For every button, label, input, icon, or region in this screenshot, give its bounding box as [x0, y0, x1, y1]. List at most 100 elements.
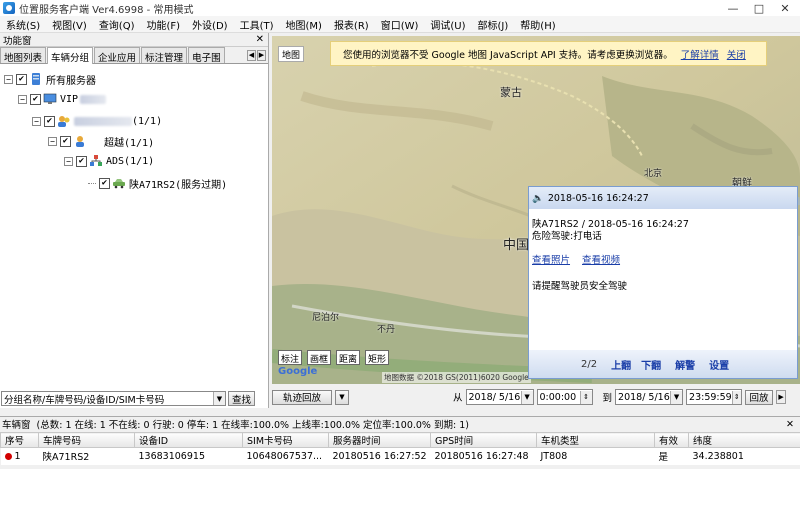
cell-gps-time: 20180516 16:27:48	[430, 447, 537, 465]
tree-node-all-servers[interactable]: − ✔ 所有服务器	[4, 71, 96, 87]
cell-index: 1	[0, 447, 39, 465]
spin-icon[interactable]: ⇕	[579, 390, 592, 404]
tab-scroll-left-icon[interactable]: ◀	[247, 49, 256, 61]
prev-page-button[interactable]: 上翻	[611, 357, 631, 372]
collapse-icon[interactable]: −	[4, 74, 13, 84]
collapse-icon[interactable]: −	[32, 116, 41, 126]
col-header-plate[interactable]: 车牌号码	[38, 432, 135, 448]
tab-scroll-right-icon[interactable]: ▶	[257, 49, 266, 61]
col-header-terminal-type[interactable]: 车机类型	[536, 432, 655, 448]
tree-label: (1/1)	[132, 115, 163, 127]
vehicle-search-bar: 分组名称/车牌号码/设备ID/SIM卡号码 ▼ 查找	[0, 390, 270, 407]
panel-title: 功能窗	[3, 35, 32, 47]
tree-node-company[interactable]: − ✔ (1/1)	[32, 113, 162, 129]
from-time-input[interactable]: 0:00:00 ⇕	[536, 389, 593, 405]
grid-close-icon[interactable]: ✕	[786, 419, 800, 430]
speaker-icon: 🔈	[532, 192, 544, 204]
maximize-icon[interactable]: □	[746, 0, 772, 16]
dismiss-link[interactable]: 关闭	[727, 47, 746, 61]
tab-enterprise[interactable]: 企业应用	[94, 47, 141, 64]
settings-button[interactable]: 设置	[709, 357, 729, 372]
map-tool-mark[interactable]: 标注	[278, 350, 303, 365]
col-header-sim[interactable]: SIM卡号码	[242, 432, 329, 448]
panel-header: 功能窗 ✕	[0, 33, 268, 47]
menu-standard[interactable]: 部标(J)	[472, 17, 515, 32]
chevron-down-icon[interactable]: ▼	[213, 392, 225, 405]
col-header-latitude[interactable]: 纬度	[688, 432, 800, 448]
col-header-device-id[interactable]: 设备ID	[134, 432, 243, 448]
tab-markers[interactable]: 标注管理	[141, 47, 188, 64]
status-dot-icon	[4, 452, 12, 460]
search-placeholder: 分组名称/车牌号码/设备ID/SIM卡号码	[4, 394, 165, 406]
col-header-gps-time[interactable]: GPS时间	[430, 432, 537, 448]
scroll-right-icon[interactable]: ▶	[776, 390, 787, 404]
checkbox-icon[interactable]: ✔	[60, 135, 71, 147]
tree-node-server[interactable]: − ✔ VIP	[18, 91, 107, 107]
menu-system[interactable]: 系统(S)	[0, 17, 46, 32]
checkbox-icon[interactable]: ✔	[44, 115, 55, 127]
clear-alarm-button[interactable]: 解警	[675, 357, 695, 372]
from-date-input[interactable]: 2018/ 5/16 ▼	[465, 389, 534, 405]
close-icon[interactable]: ✕	[772, 0, 798, 16]
tree-node-vehicle[interactable]: ✔ 陕A71RS2(服务过期)	[88, 175, 227, 191]
panel-close-icon[interactable]: ✕	[256, 34, 268, 45]
menu-map[interactable]: 地图(M)	[280, 17, 328, 32]
collapse-icon[interactable]: −	[18, 94, 27, 104]
window-title: 位置服务客户端 Ver4.6998 - 常用模式	[19, 4, 194, 16]
map-tool-box[interactable]: 画框	[307, 350, 332, 365]
tab-geofence[interactable]: 电子围	[188, 47, 225, 64]
tab-map-list[interactable]: 地图列表	[0, 47, 47, 64]
person-icon	[76, 136, 84, 147]
warning-text: 您使用的浏览器不受 Google 地图 JavaScript API 支持。请考…	[343, 49, 673, 61]
cell-server-time: 20180516 16:27:52	[328, 447, 431, 465]
col-header-valid[interactable]: 有效	[654, 432, 689, 448]
from-time-value: 0:00:00	[539, 391, 577, 403]
menu-device[interactable]: 外设(D)	[186, 17, 234, 32]
checkbox-icon[interactable]: ✔	[99, 177, 110, 189]
search-button[interactable]: 查找	[228, 391, 256, 406]
search-input[interactable]: 分组名称/车牌号码/设备ID/SIM卡号码 ▼	[1, 391, 226, 406]
learn-more-link[interactable]: 了解详情	[681, 47, 719, 61]
checkbox-icon[interactable]: ✔	[30, 93, 41, 105]
menu-function[interactable]: 功能(F)	[141, 17, 187, 32]
collapse-icon[interactable]: −	[48, 136, 57, 146]
map-tool-rectangle[interactable]: 矩形	[365, 350, 390, 365]
from-date-value: 2018/ 5/16	[468, 391, 521, 403]
to-label: 到	[602, 393, 613, 404]
spin-icon[interactable]: ⇕	[731, 390, 742, 404]
menu-window[interactable]: 窗口(W)	[375, 17, 425, 32]
menu-help[interactable]: 帮助(H)	[514, 17, 561, 32]
alarm-popup: 🔈 2018-05-16 16:24:27 陕A71RS2 / 2018-05-…	[528, 186, 798, 379]
playback-go-button[interactable]: 回放	[745, 389, 774, 405]
menu-view[interactable]: 视图(V)	[46, 17, 93, 32]
alarm-line-2: 危险驾驶:打电话	[532, 231, 602, 242]
popup-footer: 2/2 上翻 下翻 解警 设置	[529, 350, 797, 378]
checkbox-icon[interactable]: ✔	[76, 155, 87, 167]
to-time-input[interactable]: 23:59:59 ⇕	[686, 389, 743, 405]
menu-report[interactable]: 报表(R)	[328, 17, 375, 32]
menu-debug[interactable]: 调试(U)	[424, 17, 471, 32]
minimize-icon[interactable]: —	[720, 0, 746, 16]
view-video-link[interactable]: 查看视频	[582, 255, 620, 267]
tab-vehicle-group[interactable]: 车辆分组	[47, 47, 94, 64]
col-header-server-time[interactable]: 服务器时间	[328, 432, 431, 448]
to-date-input[interactable]: 2018/ 5/16 ▼	[615, 389, 684, 405]
alarm-line-1: 陕A71RS2 / 2018-05-16 16:24:27	[532, 219, 689, 230]
calendar-dropdown-icon[interactable]: ▼	[520, 390, 533, 404]
table-row[interactable]: 1 陕A71RS2 13683106915 10648067537... 201…	[0, 447, 800, 465]
calendar-dropdown-icon[interactable]: ▼	[670, 390, 683, 404]
next-page-button[interactable]: 下翻	[641, 357, 661, 372]
map-tool-distance[interactable]: 距离	[336, 350, 361, 365]
menu-query[interactable]: 查询(Q)	[93, 17, 141, 32]
tree-node-group-chaoyue[interactable]: − ✔ 超越(1/1)	[48, 133, 154, 149]
map-type-tab[interactable]: 地图	[278, 46, 305, 62]
collapse-icon[interactable]: −	[64, 156, 73, 166]
checkbox-icon[interactable]: ✔	[16, 73, 27, 85]
menu-tools[interactable]: 工具(T)	[234, 17, 280, 32]
view-photo-link[interactable]: 查看照片	[532, 255, 570, 267]
chevron-down-icon[interactable]: ▼	[335, 389, 349, 405]
col-header-index[interactable]: 序号	[0, 432, 39, 448]
alarm-message: 请提醒驾驶员安全驾驶	[532, 281, 628, 292]
track-playback-button[interactable]: 轨迹回放	[272, 389, 332, 405]
tree-node-group-ads[interactable]: − ✔ ADS(1/1)	[64, 153, 154, 169]
